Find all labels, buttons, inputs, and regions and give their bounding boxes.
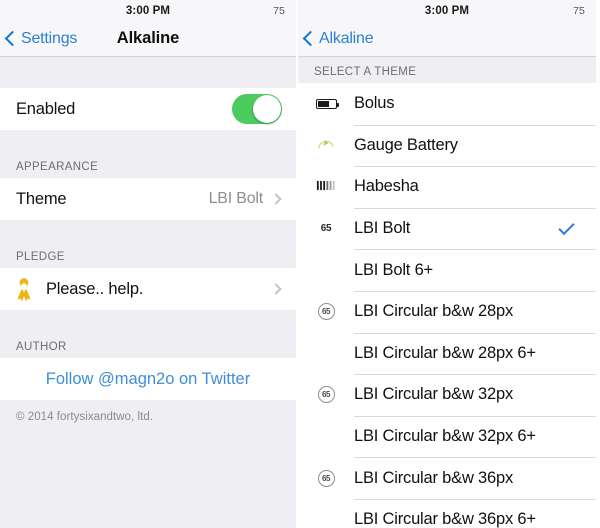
enabled-row[interactable]: Enabled [0,88,296,130]
theme-row[interactable]: Theme LBI Bolt [0,178,296,220]
status-bar-right: 3:00 PM 75 [298,0,596,21]
theme-icon-slot [298,249,354,291]
theme-list-item[interactable]: 65 LBI Circular b&w 28px [298,290,596,333]
chevron-right-icon [270,193,282,205]
theme-list-item[interactable]: 65 LBI Bolt [298,207,596,250]
section-header-pledge: PLEDGE [0,242,296,268]
number-65-icon: 65 [320,223,332,235]
status-time-right: 3:00 PM [424,4,470,17]
no-icon [316,512,336,528]
theme-item-label: Habesha [354,177,419,196]
theme-list-item[interactable]: LBI Circular b&w 36px 6+ [298,498,596,528]
theme-list: Bolus Gauge Battery Habesha 65 LBI Bolt LBI B… [298,83,596,528]
copyright-footnote: © 2014 fortysixandtwo, ltd. [0,400,296,423]
theme-icon-slot [298,333,354,375]
chevron-left-icon-right [302,30,319,47]
circle-65-icon: 65 [317,303,335,321]
author-link-label: Follow @magn2o on Twitter [45,369,251,388]
section-header-select-theme: SELECT A THEME [298,57,596,83]
theme-picker-screen: 3:00 PM 75 Alkaline SELECT A THEME Bolus… [298,0,596,528]
nav-bar-right: Alkaline [298,21,596,57]
theme-item-label: Gauge Battery [354,135,458,154]
ribbon-icon [12,276,36,302]
toggle-knob [253,95,281,123]
nav-bar-left: Settings Alkaline [0,21,296,57]
back-button-alkaline[interactable]: Alkaline [302,21,374,56]
theme-list-item[interactable]: LBI Bolt 6+ [298,249,596,291]
theme-item-label: Bolus [354,94,395,113]
status-time: 3:00 PM [125,4,171,17]
dual-screenshot: 3:00 PM 75 Settings Alkaline Enabled APP… [0,0,600,528]
chevron-right-icon-pledge [270,283,282,295]
checkmark-icon [558,218,575,235]
group-spacer-pledge [0,220,296,242]
theme-icon-slot [298,166,354,208]
theme-icon-slot [298,499,354,528]
theme-icon-slot: 65 [298,374,354,416]
chevron-left-icon [4,30,21,47]
circle-65-icon: 65 [317,386,335,404]
theme-list-item[interactable]: LBI Circular b&w 28px 6+ [298,332,596,375]
author-twitter-link[interactable]: Follow @magn2o on Twitter [0,358,296,400]
theme-label: Theme [16,189,67,208]
no-icon [316,429,336,445]
group-spacer-appearance [0,130,296,152]
settings-screen: 3:00 PM 75 Settings Alkaline Enabled APP… [0,0,298,528]
enabled-label: Enabled [16,99,76,118]
back-button-label-right: Alkaline [319,29,374,47]
pledge-label: Please.. help. [46,279,144,298]
theme-icon-slot: 65 [298,291,354,333]
theme-list-item[interactable]: 65 LBI Circular b&w 32px [298,374,596,416]
back-button-settings[interactable]: Settings [4,21,78,56]
bars-icon [316,177,336,196]
theme-item-label: LBI Circular b&w 36px 6+ [354,510,536,528]
theme-item-label: LBI Circular b&w 36px [354,468,514,487]
group-spacer-author [0,310,296,332]
section-header-appearance: APPEARANCE [0,152,296,178]
theme-value: LBI Bolt [208,190,264,207]
theme-list-item[interactable]: Bolus [298,83,596,125]
group-spacer-top [0,57,296,88]
section-header-author: AUTHOR [0,332,296,358]
theme-item-label: LBI Bolt [354,219,411,238]
theme-item-label: LBI Circular b&w 32px 6+ [354,427,536,446]
no-icon [316,345,336,361]
no-icon [316,262,336,278]
circle-65-icon: 65 [317,469,335,487]
status-bar-left: 3:00 PM 75 [0,0,296,21]
enabled-toggle[interactable] [232,94,282,124]
theme-icon-slot: 65 [298,457,354,499]
theme-icon-slot [298,416,354,458]
theme-list-item[interactable]: Gauge Battery [298,124,596,167]
gauge-arc-icon [316,135,336,156]
theme-list-item[interactable]: LBI Circular b&w 32px 6+ [298,415,596,458]
theme-icon-slot [298,125,354,167]
theme-list-item[interactable]: 65 LBI Circular b&w 36px [298,457,596,499]
theme-item-label: LBI Circular b&w 32px [354,385,514,404]
status-battery-percent: 75 [273,4,285,17]
theme-item-label: LBI Circular b&w 28px 6+ [354,343,536,362]
theme-icon-slot [298,83,354,125]
theme-item-label: LBI Circular b&w 28px [354,302,514,321]
pledge-row[interactable]: Please.. help. [0,268,296,310]
status-battery-percent-right: 75 [573,4,585,17]
back-button-label: Settings [21,29,78,47]
theme-list-item[interactable]: Habesha [298,166,596,208]
theme-item-label: LBI Bolt 6+ [354,260,433,279]
theme-icon-slot: 65 [298,208,354,250]
battery-bar-icon [315,98,339,109]
